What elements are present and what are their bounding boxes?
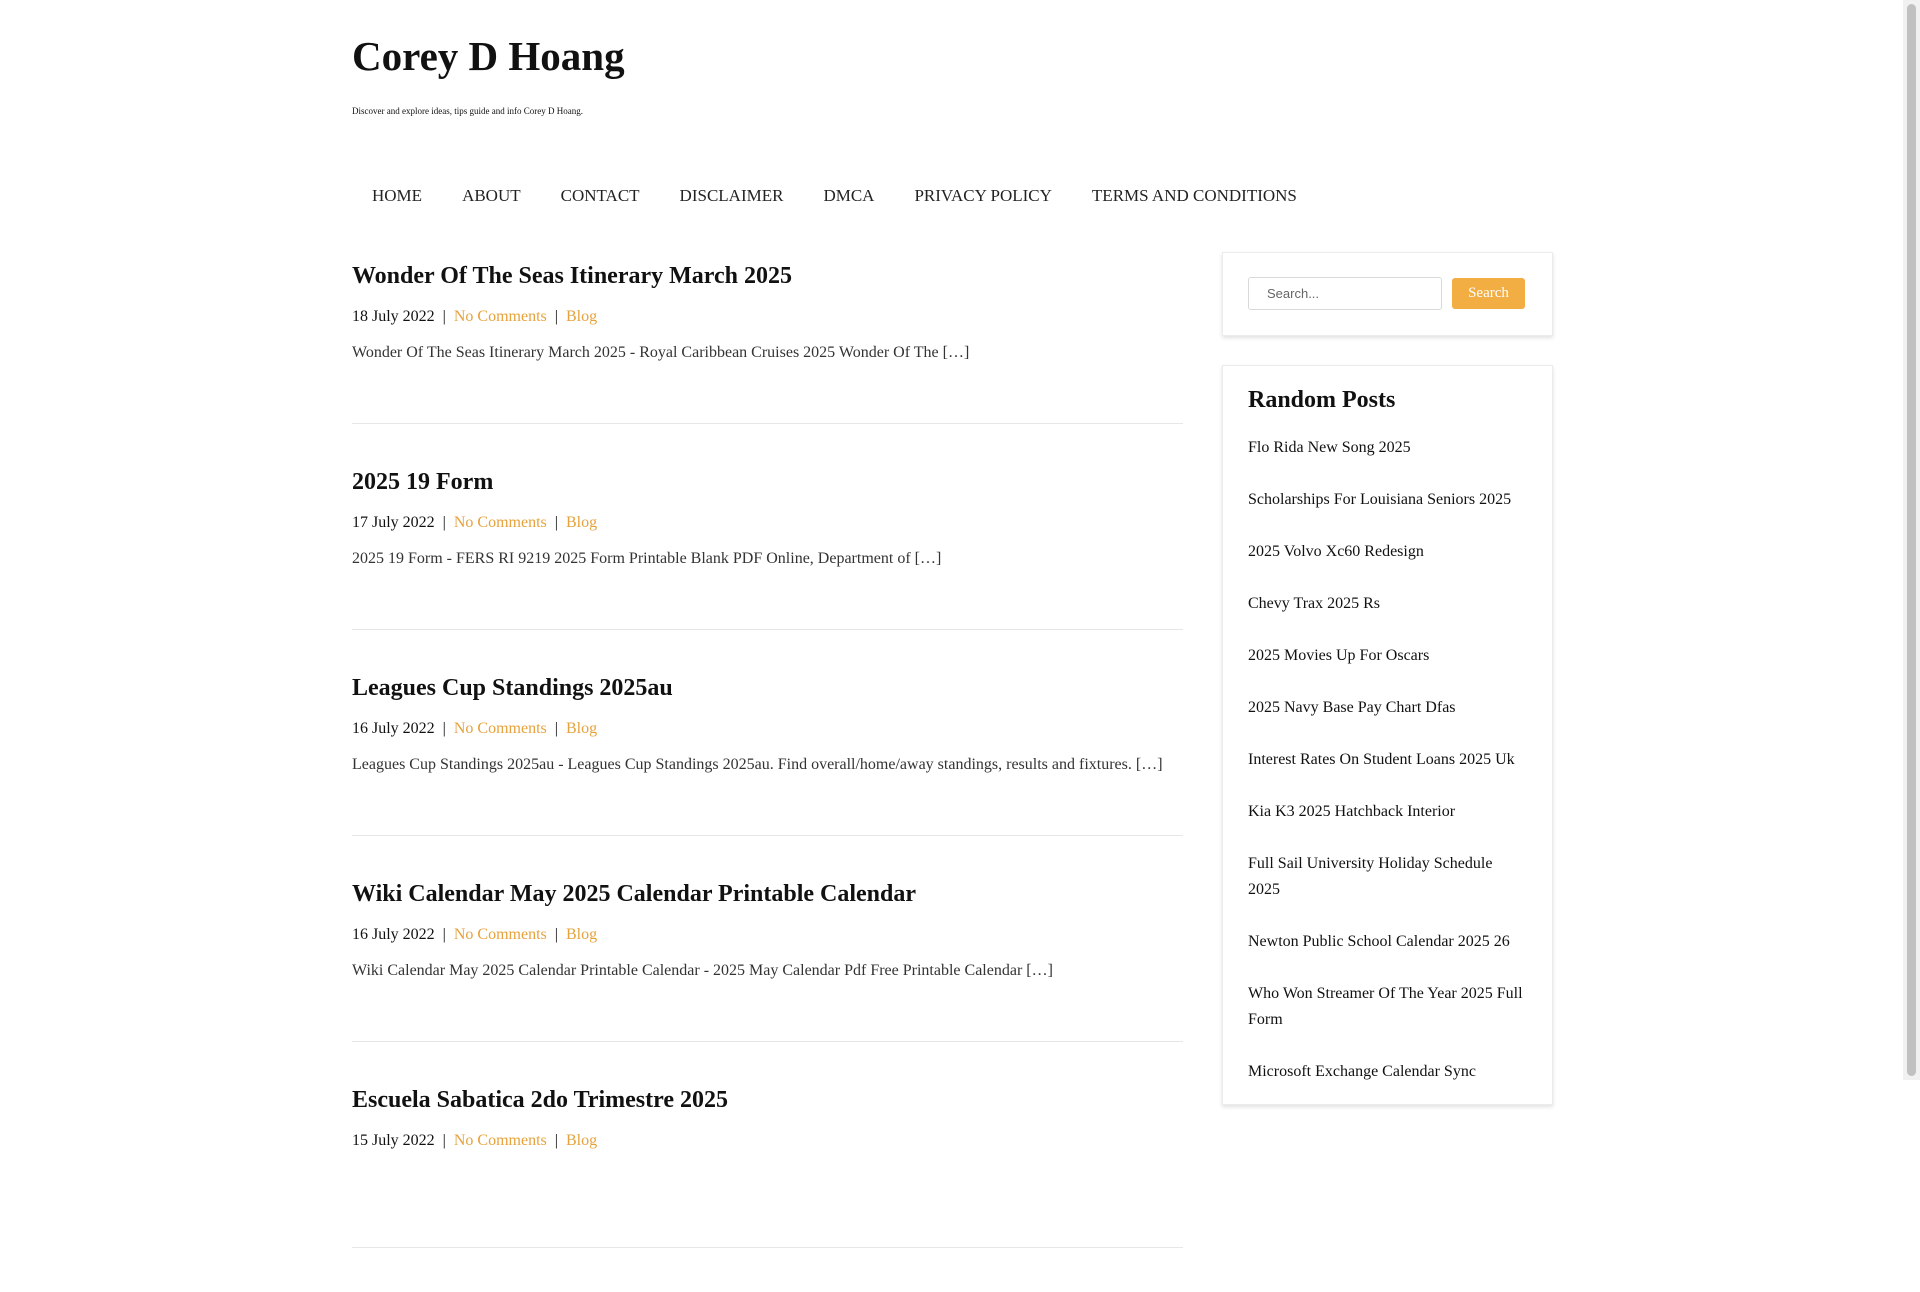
random-post-link[interactable]: Chevy Trax 2025 Rs xyxy=(1248,595,1380,612)
post-date: 16 July 2022 xyxy=(352,926,435,943)
nav-item-home[interactable]: HOME xyxy=(352,183,442,209)
search-button[interactable]: Search xyxy=(1452,278,1525,309)
post-meta: 17 July 2022 | No Comments | Blog xyxy=(352,514,598,531)
random-post-link[interactable]: Kia K3 2025 Hatchback Interior xyxy=(1248,803,1455,820)
post-item: 2025 19 Form 17 July 2022 | No Comments | Bl… xyxy=(352,468,1183,630)
post-comments-link[interactable]: No Comments xyxy=(454,720,547,737)
random-post-link[interactable]: 2025 Navy Base Pay Chart Dfas xyxy=(1248,699,1456,716)
list-item: Kia K3 2025 Hatchback Interior xyxy=(1248,799,1527,825)
nav-item-dmca[interactable]: DMCA xyxy=(803,183,894,209)
random-post-link[interactable]: 2025 Movies Up For Oscars xyxy=(1248,647,1429,664)
post-list: Wonder Of The Seas Itinerary March 2025 … xyxy=(352,253,1183,1292)
post-title[interactable]: Escuela Sabatica 2do Trimestre 2025 xyxy=(352,1086,1183,1114)
post-category-link[interactable]: Blog xyxy=(566,926,597,943)
random-post-link[interactable]: Flo Rida New Song 2025 xyxy=(1248,439,1411,456)
post-item: Wonder Of The Seas Itinerary March 2025 … xyxy=(352,262,1183,424)
nav-item-terms[interactable]: TERMS AND CONDITIONS xyxy=(1072,183,1317,209)
nav-item-about[interactable]: ABOUT xyxy=(442,183,541,209)
list-item: Interest Rates On Student Loans 2025 Uk xyxy=(1248,747,1527,773)
post-title[interactable]: Wonder Of The Seas Itinerary March 2025 xyxy=(352,262,1183,290)
post-comments-link[interactable]: No Comments xyxy=(454,926,547,943)
post-meta: 15 July 2022 | No Comments | Blog xyxy=(352,1132,598,1149)
nav-item-disclaimer[interactable]: DISCLAIMER xyxy=(660,183,804,209)
nav-item-contact[interactable]: CONTACT xyxy=(541,183,660,209)
post-meta: 16 July 2022 | No Comments | Blog xyxy=(352,926,598,943)
random-posts-widget: Random Posts Flo Rida New Song 2025 Scho… xyxy=(1222,365,1553,1105)
random-post-link[interactable]: Microsoft Exchange Calendar Sync xyxy=(1248,1063,1476,1080)
post-category-link[interactable]: Blog xyxy=(566,1132,597,1149)
random-post-link[interactable]: Full Sail University Holiday Schedule 20… xyxy=(1248,855,1492,898)
site-header: Corey D Hoang Discover and explore ideas… xyxy=(352,28,1552,116)
post-item: Leagues Cup Standings 2025au 16 July 202… xyxy=(352,674,1183,836)
post-date: 18 July 2022 xyxy=(352,308,435,325)
post-date: 17 July 2022 xyxy=(352,514,435,531)
list-item: Who Won Streamer Of The Year 2025 Full F… xyxy=(1248,981,1527,1033)
post-meta: 16 July 2022 | No Comments | Blog xyxy=(352,720,598,737)
nav-item-privacy-policy[interactable]: PRIVACY POLICY xyxy=(894,183,1071,209)
post-category-link[interactable]: Blog xyxy=(566,308,597,325)
random-post-link[interactable]: Interest Rates On Student Loans 2025 Uk xyxy=(1248,751,1515,768)
list-item: Full Sail University Holiday Schedule 20… xyxy=(1248,851,1527,903)
post-item: Wiki Calendar May 2025 Calendar Printabl… xyxy=(352,880,1183,1042)
list-item: Flo Rida New Song 2025 xyxy=(1248,435,1527,461)
random-posts-title: Random Posts xyxy=(1248,387,1396,413)
list-item: 2025 Volvo Xc60 Redesign xyxy=(1248,539,1527,565)
post-comments-link[interactable]: No Comments xyxy=(454,1132,547,1149)
random-post-link[interactable]: 2025 Volvo Xc60 Redesign xyxy=(1248,543,1424,560)
post-title[interactable]: Wiki Calendar May 2025 Calendar Printabl… xyxy=(352,880,1183,908)
post-title[interactable]: Leagues Cup Standings 2025au xyxy=(352,674,1183,702)
list-item: Microsoft Exchange Calendar Sync xyxy=(1248,1059,1527,1085)
random-post-link[interactable]: Newton Public School Calendar 2025 26 xyxy=(1248,933,1510,950)
sidebar: Search Random Posts Flo Rida New Song 20… xyxy=(1222,252,1553,1105)
list-item: 2025 Movies Up For Oscars xyxy=(1248,643,1527,669)
post-comments-link[interactable]: No Comments xyxy=(454,308,547,325)
list-item: Scholarships For Louisiana Seniors 2025 xyxy=(1248,487,1527,513)
post-excerpt: Wiki Calendar May 2025 Calendar Printabl… xyxy=(352,962,1053,979)
random-post-link[interactable]: Scholarships For Louisiana Seniors 2025 xyxy=(1248,491,1511,508)
search-input[interactable] xyxy=(1248,277,1442,310)
post-meta: 18 July 2022 | No Comments | Blog xyxy=(352,308,598,325)
post-excerpt: 2025 19 Form - FERS RI 9219 2025 Form Pr… xyxy=(352,550,942,567)
list-item: Chevy Trax 2025 Rs xyxy=(1248,591,1527,617)
site-tagline: Discover and explore ideas, tips guide a… xyxy=(352,106,583,116)
random-post-link[interactable]: Who Won Streamer Of The Year 2025 Full F… xyxy=(1248,985,1523,1028)
post-title[interactable]: 2025 19 Form xyxy=(352,468,1183,496)
site-title[interactable]: Corey D Hoang xyxy=(352,28,1552,84)
main-nav: HOME ABOUT CONTACT DISCLAIMER DMCA PRIVA… xyxy=(352,183,1317,209)
page-scrollbar[interactable] xyxy=(1903,0,1920,1080)
post-date: 15 July 2022 xyxy=(352,1132,435,1149)
post-category-link[interactable]: Blog xyxy=(566,720,597,737)
post-category-link[interactable]: Blog xyxy=(566,514,597,531)
list-item: Newton Public School Calendar 2025 26 xyxy=(1248,929,1527,955)
post-comments-link[interactable]: No Comments xyxy=(454,514,547,531)
post-date: 16 July 2022 xyxy=(352,720,435,737)
list-item: 2025 Navy Base Pay Chart Dfas xyxy=(1248,695,1527,721)
post-excerpt: Wonder Of The Seas Itinerary March 2025 … xyxy=(352,344,970,361)
search-widget: Search xyxy=(1222,252,1553,336)
post-item: Escuela Sabatica 2do Trimestre 2025 15 J… xyxy=(352,1086,1183,1248)
post-excerpt: Leagues Cup Standings 2025au - Leagues C… xyxy=(352,756,1163,773)
random-posts-list: Flo Rida New Song 2025 Scholarships For … xyxy=(1248,435,1527,1085)
scrollbar-thumb[interactable] xyxy=(1907,4,1916,1076)
